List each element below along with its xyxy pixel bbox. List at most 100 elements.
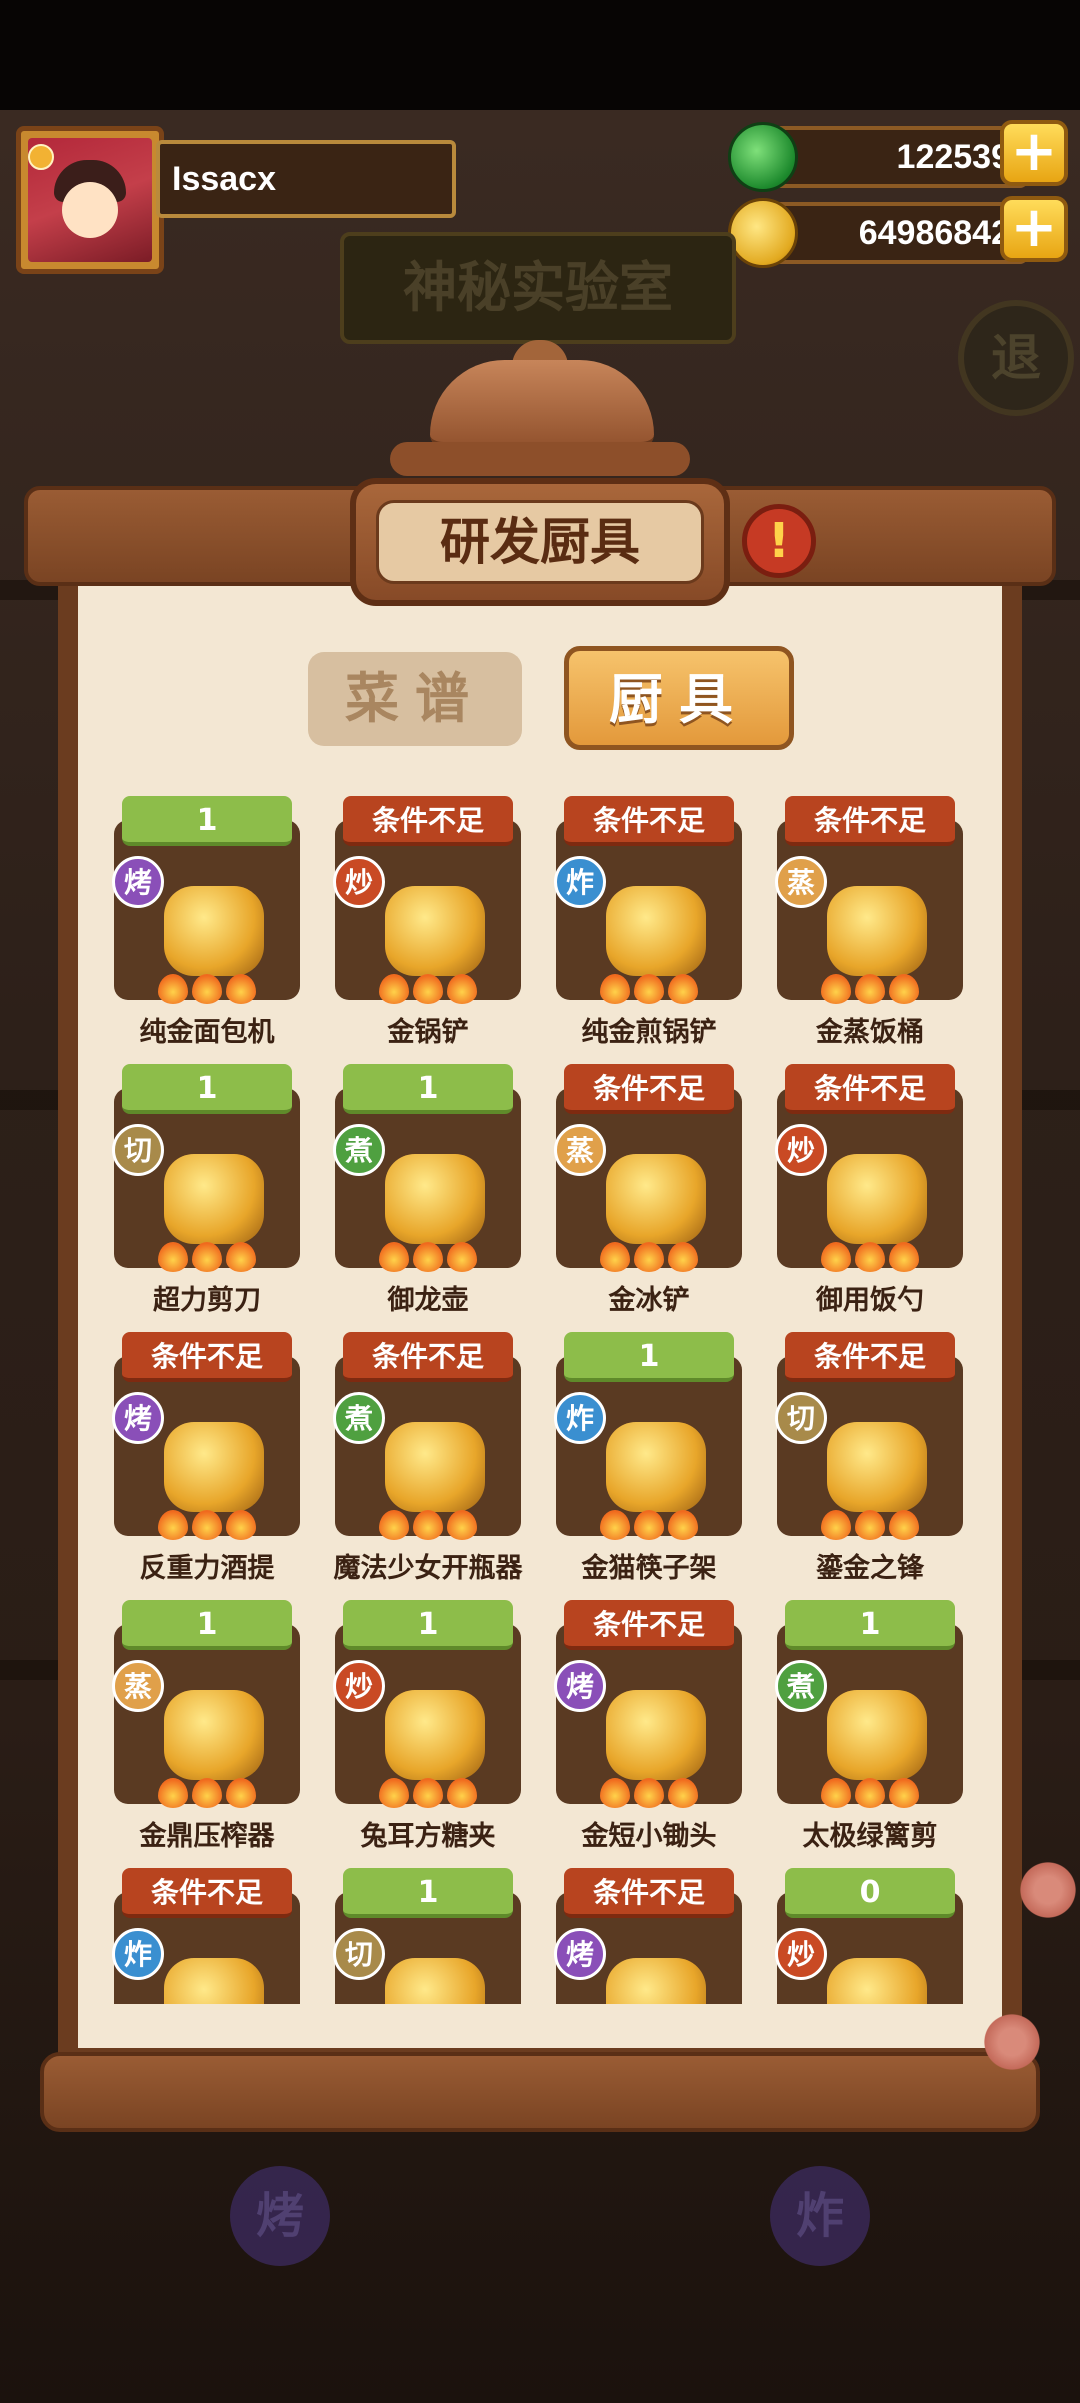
flame-rating xyxy=(815,1510,925,1540)
tool-status-label: 条件不足 xyxy=(343,796,513,846)
tool-status-label: 1 xyxy=(343,1600,513,1650)
add-gold-button[interactable]: + xyxy=(1000,196,1068,262)
tool-status-label: 条件不足 xyxy=(122,1868,292,1918)
exit-button[interactable]: 退 xyxy=(958,300,1074,416)
flame-icon xyxy=(226,974,256,1004)
flame-rating xyxy=(373,1778,483,1808)
tool-card[interactable]: 条件不足烤 xyxy=(554,1868,744,2004)
tool-card[interactable]: 1 烤纯金面包机 xyxy=(112,796,302,1064)
jade-icon xyxy=(728,122,798,192)
cooking-method-badge: 切 xyxy=(112,1124,164,1176)
flame-icon xyxy=(447,974,477,1004)
flame-icon xyxy=(821,1242,851,1272)
tool-status-label: 条件不足 xyxy=(785,796,955,846)
flame-icon xyxy=(447,1778,477,1808)
flame-icon xyxy=(413,1510,443,1540)
flame-icon xyxy=(889,1778,919,1808)
tool-card[interactable]: 条件不足炸 xyxy=(112,1868,302,2004)
flame-icon xyxy=(192,974,222,1004)
tool-image-icon xyxy=(164,1690,264,1780)
tool-card[interactable]: 条件不足炒御用饭勺 xyxy=(775,1064,965,1332)
flame-icon xyxy=(226,1510,256,1540)
flame-icon xyxy=(889,1242,919,1272)
flame-icon xyxy=(447,1510,477,1540)
flame-rating xyxy=(815,1242,925,1272)
cooking-method-badge: 烤 xyxy=(112,856,164,908)
tool-card[interactable]: 条件不足切鎏金之锋 xyxy=(775,1332,965,1600)
flame-icon xyxy=(668,974,698,1004)
tool-status-label: 1 xyxy=(122,1600,292,1650)
tool-card-background xyxy=(556,1624,742,1804)
tool-status-label: 1 xyxy=(122,1064,292,1114)
tool-status-label: 条件不足 xyxy=(564,1064,734,1114)
tool-name: 纯金煎锅铲 xyxy=(581,1017,717,1048)
tool-name: 金短小锄头 xyxy=(581,1821,717,1852)
tool-status-label: 1 xyxy=(122,796,292,846)
tool-status-label: 条件不足 xyxy=(343,1332,513,1382)
tool-card-background xyxy=(556,820,742,1000)
flame-icon xyxy=(821,1778,851,1808)
cooking-method-badge: 炸 xyxy=(112,1928,164,1980)
flame-rating xyxy=(373,1510,483,1540)
tool-card[interactable]: 条件不足蒸金蒸饭桶 xyxy=(775,796,965,1064)
tool-card[interactable]: 0炒 xyxy=(775,1868,965,2004)
tool-card-background xyxy=(777,1088,963,1268)
tool-image-icon xyxy=(606,1422,706,1512)
tool-card[interactable]: 条件不足烤反重力酒提 xyxy=(112,1332,302,1600)
flame-icon xyxy=(668,1242,698,1272)
tab-tools[interactable]: 厨具 xyxy=(564,646,794,750)
tool-image-icon xyxy=(164,886,264,976)
tool-card-background xyxy=(556,1088,742,1268)
tool-card[interactable]: 条件不足烤金短小锄头 xyxy=(554,1600,744,1868)
avatar-badge-icon xyxy=(28,144,54,170)
tool-card[interactable]: 1 蒸金鼎压榨器 xyxy=(112,1600,302,1868)
panel-title-plaque: 研发厨具 xyxy=(350,478,730,606)
tab-recipes[interactable]: 菜谱 xyxy=(308,652,522,746)
flame-icon xyxy=(379,1510,409,1540)
tool-image-icon xyxy=(385,886,485,976)
player-avatar-frame[interactable] xyxy=(16,126,164,274)
bake-station-badge[interactable]: 烤 xyxy=(230,2166,330,2266)
tool-card[interactable]: 1切 xyxy=(333,1868,523,2004)
flame-icon xyxy=(634,1242,664,1272)
cooking-method-badge: 烤 xyxy=(112,1392,164,1444)
flame-icon xyxy=(192,1510,222,1540)
tool-name: 金蒸饭桶 xyxy=(816,1017,924,1048)
cloche-dome-icon xyxy=(430,360,654,448)
flower-decoration-icon xyxy=(980,2010,1044,2074)
tool-card[interactable]: 条件不足炸纯金煎锅铲 xyxy=(554,796,744,1064)
tool-status-label: 条件不足 xyxy=(564,1868,734,1918)
flame-rating xyxy=(594,1242,704,1272)
tool-card-background xyxy=(335,820,521,1000)
tool-name: 兔耳方糖夹 xyxy=(360,1821,496,1852)
flame-icon xyxy=(379,974,409,1004)
tool-name: 超力剪刀 xyxy=(153,1285,261,1316)
tool-status-label: 条件不足 xyxy=(785,1332,955,1382)
tool-card[interactable]: 条件不足煮魔法少女开瓶器 xyxy=(333,1332,523,1600)
cooking-method-badge: 切 xyxy=(775,1392,827,1444)
flame-icon xyxy=(158,1510,188,1540)
tool-card[interactable]: 1 切超力剪刀 xyxy=(112,1064,302,1332)
flame-icon xyxy=(600,974,630,1004)
tool-name: 太极绿篱剪 xyxy=(802,1821,938,1852)
tool-image-icon xyxy=(385,1154,485,1244)
tool-card[interactable]: 条件不足炒金锅铲 xyxy=(333,796,523,1064)
flame-icon xyxy=(821,974,851,1004)
add-jade-button[interactable]: + xyxy=(1000,120,1068,186)
tool-status-label: 条件不足 xyxy=(564,796,734,846)
tool-image-icon xyxy=(827,1154,927,1244)
tool-card[interactable]: 1 煮太极绿篱剪 xyxy=(775,1600,965,1868)
tool-card[interactable]: 1 煮御龙壶 xyxy=(333,1064,523,1332)
tool-status-label: 条件不足 xyxy=(785,1064,955,1114)
flame-icon xyxy=(668,1510,698,1540)
flame-icon xyxy=(668,1778,698,1808)
tool-card[interactable]: 1 炒兔耳方糖夹 xyxy=(333,1600,523,1868)
info-alert-button[interactable]: ! xyxy=(742,504,816,578)
tool-card[interactable]: 1 炸金猫筷子架 xyxy=(554,1332,744,1600)
flame-icon xyxy=(192,1778,222,1808)
avatar xyxy=(28,138,152,262)
fry-station-badge[interactable]: 炸 xyxy=(770,2166,870,2266)
flame-rating xyxy=(815,974,925,1004)
flame-rating xyxy=(594,1778,704,1808)
tool-card[interactable]: 条件不足蒸金冰铲 xyxy=(554,1064,744,1332)
